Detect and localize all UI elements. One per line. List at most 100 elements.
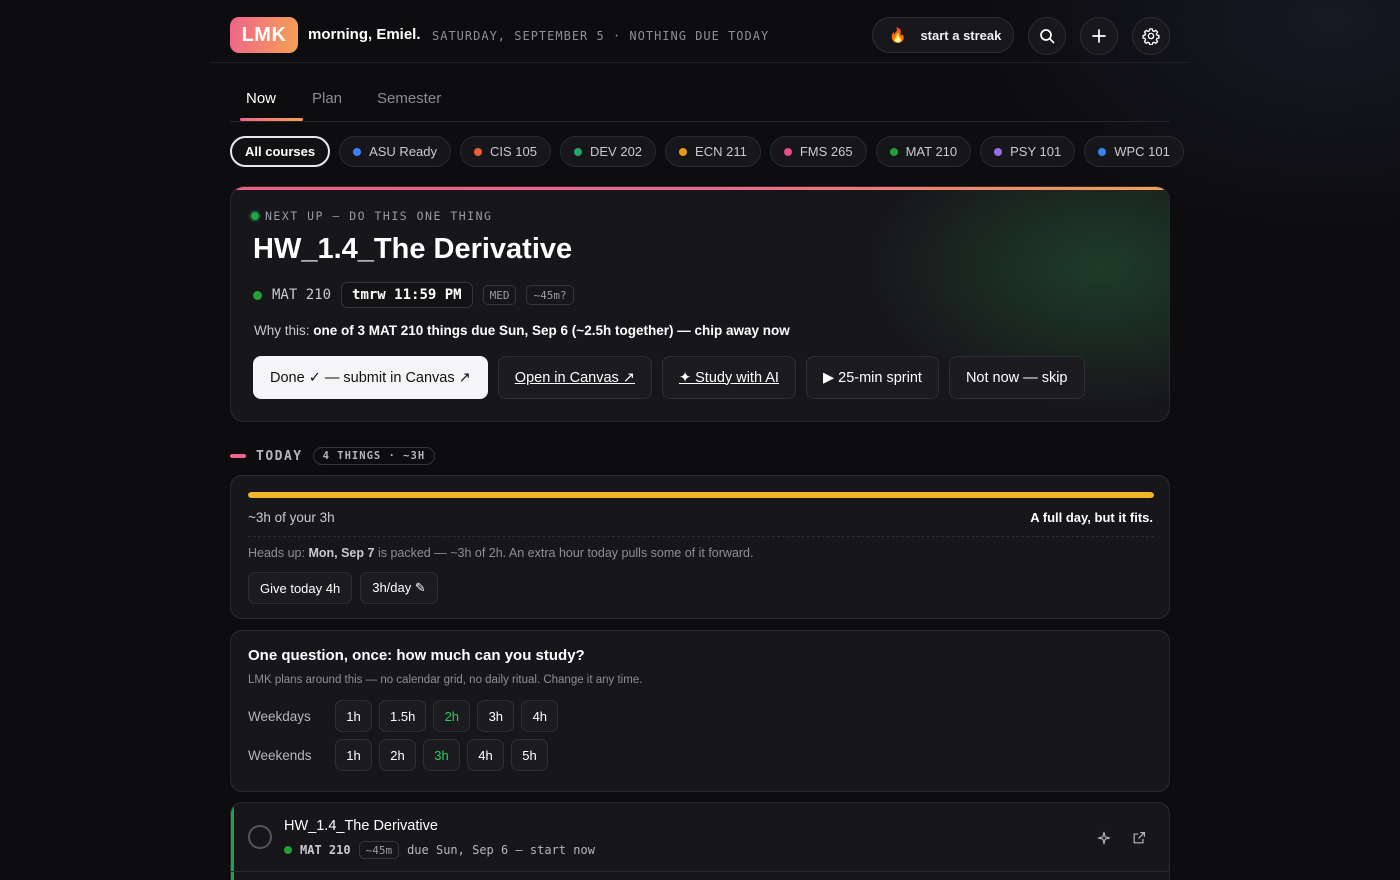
course-color-dot bbox=[994, 147, 1003, 156]
budget-actions: Give today 4h 3h/day ✎ bbox=[248, 572, 438, 604]
weekend-option[interactable]: 1h bbox=[335, 739, 372, 771]
external-link-icon bbox=[1133, 831, 1146, 844]
edit-per-day-button[interactable]: 3h/day ✎ bbox=[360, 572, 438, 604]
chip-label: DEV 202 bbox=[590, 144, 643, 159]
course-color-dot bbox=[253, 290, 262, 300]
chip-course[interactable]: PSY 101 bbox=[980, 136, 1076, 167]
course-color-dot bbox=[474, 147, 483, 156]
today-label: TODAY bbox=[256, 448, 303, 464]
button-label: Open in Canvas ↗ bbox=[514, 369, 635, 386]
next-up-card: NEXT UP — DO THIS ONE THING HW_1.4_The D… bbox=[230, 186, 1170, 422]
done-submit-button[interactable]: Done ✓ — submit in Canvas ↗ bbox=[253, 356, 488, 399]
study-with-ai-button[interactable]: ✦ Study with AI bbox=[661, 356, 796, 399]
chip-course[interactable]: MAT 210 bbox=[875, 136, 972, 167]
weekend-option[interactable]: 5h bbox=[511, 739, 548, 771]
budget-used: ~3h of your 3h bbox=[248, 510, 335, 525]
headsup-day: Mon, Sep 7 bbox=[308, 546, 375, 560]
weekday-option[interactable]: 1.5h bbox=[379, 700, 427, 732]
sparkle-icon bbox=[1097, 831, 1111, 845]
due-badge: tmrw 11:59 PM bbox=[341, 282, 473, 308]
chip-course[interactable]: ECN 211 bbox=[665, 136, 761, 167]
course-color-dot bbox=[679, 147, 688, 156]
estimate-badge: ~45m? bbox=[526, 285, 574, 305]
course-filter: All courses ASU Ready CIS 105 DEV 202 EC… bbox=[230, 136, 1184, 167]
active-tab-indicator bbox=[240, 118, 303, 121]
task-open-external-button[interactable] bbox=[1130, 829, 1148, 847]
task-course-accent bbox=[231, 803, 234, 880]
chip-all-courses[interactable]: All courses bbox=[230, 136, 331, 167]
chip-label: WPC 101 bbox=[1114, 144, 1170, 159]
dateline: SATURDAY, SEPTEMBER 5 · NOTHING DUE TODA… bbox=[432, 29, 770, 43]
tab-now[interactable]: Now bbox=[246, 90, 276, 107]
weekdays-row: Weekdays 1h 1.5h 2h 3h 4h bbox=[248, 700, 559, 732]
plus-icon bbox=[1092, 29, 1106, 43]
main-tabs: Now Plan Semester bbox=[230, 84, 1170, 122]
divider bbox=[248, 536, 1154, 537]
chip-course[interactable]: CIS 105 bbox=[460, 136, 551, 167]
weekend-option[interactable]: 4h bbox=[467, 739, 504, 771]
status-dot bbox=[251, 212, 259, 220]
chip-course[interactable]: FMS 265 bbox=[769, 136, 867, 167]
app-logo[interactable]: LMK bbox=[230, 17, 298, 53]
budget-progress-fill bbox=[248, 492, 1154, 498]
task-ai-button[interactable] bbox=[1095, 829, 1113, 847]
chip-course[interactable]: ASU Ready bbox=[339, 136, 452, 167]
today-accent bbox=[230, 454, 246, 458]
tab-plan[interactable]: Plan bbox=[312, 90, 342, 107]
chip-course[interactable]: WPC 101 bbox=[1084, 136, 1184, 167]
search-icon bbox=[1040, 29, 1055, 44]
course-tag: MAT 210 bbox=[253, 287, 331, 303]
weekday-option[interactable]: 2h bbox=[433, 700, 471, 732]
study-question: One question, once: how much can you stu… bbox=[248, 647, 585, 664]
task-item: HW_1.4_The Derivative MAT 210 ~45m due S… bbox=[230, 802, 1170, 880]
chip-label: MAT 210 bbox=[905, 144, 958, 159]
weekends-row: Weekends 1h 2h 3h 4h 5h bbox=[248, 739, 548, 771]
study-capacity-card: One question, once: how much can you stu… bbox=[230, 630, 1170, 792]
task-course: MAT 210 bbox=[300, 843, 351, 857]
time-budget-card: ~3h of your 3h A full day, but it fits. … bbox=[230, 475, 1170, 619]
sprint-button[interactable]: ▶ 25-min sprint bbox=[805, 356, 939, 399]
heads-up-note: Heads up: Mon, Sep 7 is packed — ~3h of … bbox=[248, 546, 754, 560]
divider bbox=[231, 871, 1169, 872]
add-button[interactable] bbox=[1080, 17, 1118, 55]
weekday-option[interactable]: 4h bbox=[521, 700, 559, 732]
eyebrow-label: NEXT UP — DO THIS ONE THING bbox=[265, 209, 493, 223]
weekdays-label: Weekdays bbox=[248, 708, 311, 724]
start-streak-button[interactable]: 🔥 start a streak bbox=[872, 17, 1014, 53]
card-accent-bar bbox=[231, 187, 1169, 190]
chip-label: ECN 211 bbox=[695, 144, 747, 159]
app-header: LMK morning, Emiel. SATURDAY, SEPTEMBER … bbox=[210, 0, 1190, 63]
weekday-option[interactable]: 1h bbox=[335, 700, 372, 732]
task-title[interactable]: HW_1.4_The Derivative bbox=[284, 818, 438, 834]
weekend-option[interactable]: 3h bbox=[423, 739, 460, 771]
complete-checkbox[interactable] bbox=[248, 825, 272, 849]
budget-progress-bar bbox=[248, 492, 1154, 498]
tab-semester[interactable]: Semester bbox=[377, 90, 441, 107]
next-up-actions: Done ✓ — submit in Canvas ↗ Open in Canv… bbox=[253, 356, 1085, 399]
next-up-title: HW_1.4_The Derivative bbox=[253, 233, 573, 265]
skip-button[interactable]: Not now — skip bbox=[948, 356, 1085, 399]
task-estimate: ~45m bbox=[358, 841, 400, 859]
open-in-canvas-button[interactable]: Open in Canvas ↗ bbox=[497, 356, 652, 399]
course-color-dot bbox=[284, 846, 292, 854]
weekday-option[interactable]: 3h bbox=[477, 700, 515, 732]
weekend-option[interactable]: 2h bbox=[379, 739, 416, 771]
settings-button[interactable] bbox=[1132, 17, 1170, 55]
headsup-prefix: Heads up: bbox=[248, 546, 305, 560]
course-label: MAT 210 bbox=[272, 287, 332, 303]
give-today-4h-button[interactable]: Give today 4h bbox=[248, 572, 353, 604]
chip-label: All courses bbox=[245, 144, 316, 159]
course-color-dot bbox=[574, 147, 582, 156]
why-this: Why this: one of 3 MAT 210 things due Su… bbox=[254, 323, 790, 338]
next-up-meta: MAT 210 tmrw 11:59 PM MED ~45m? bbox=[253, 282, 574, 308]
chip-label: FMS 265 bbox=[799, 144, 853, 159]
next-up-eyebrow: NEXT UP — DO THIS ONE THING bbox=[251, 209, 492, 223]
study-subtitle: LMK plans around this — no calendar grid… bbox=[248, 674, 643, 686]
chip-label: PSY 101 bbox=[1010, 144, 1062, 159]
search-button[interactable] bbox=[1028, 17, 1066, 55]
difficulty-badge: MED bbox=[482, 285, 517, 305]
chip-course[interactable]: DEV 202 bbox=[560, 136, 657, 167]
today-count-badge: 4 THINGS · ~3H bbox=[312, 447, 436, 465]
course-color-dot bbox=[1098, 147, 1107, 156]
course-color-dot bbox=[783, 147, 792, 156]
